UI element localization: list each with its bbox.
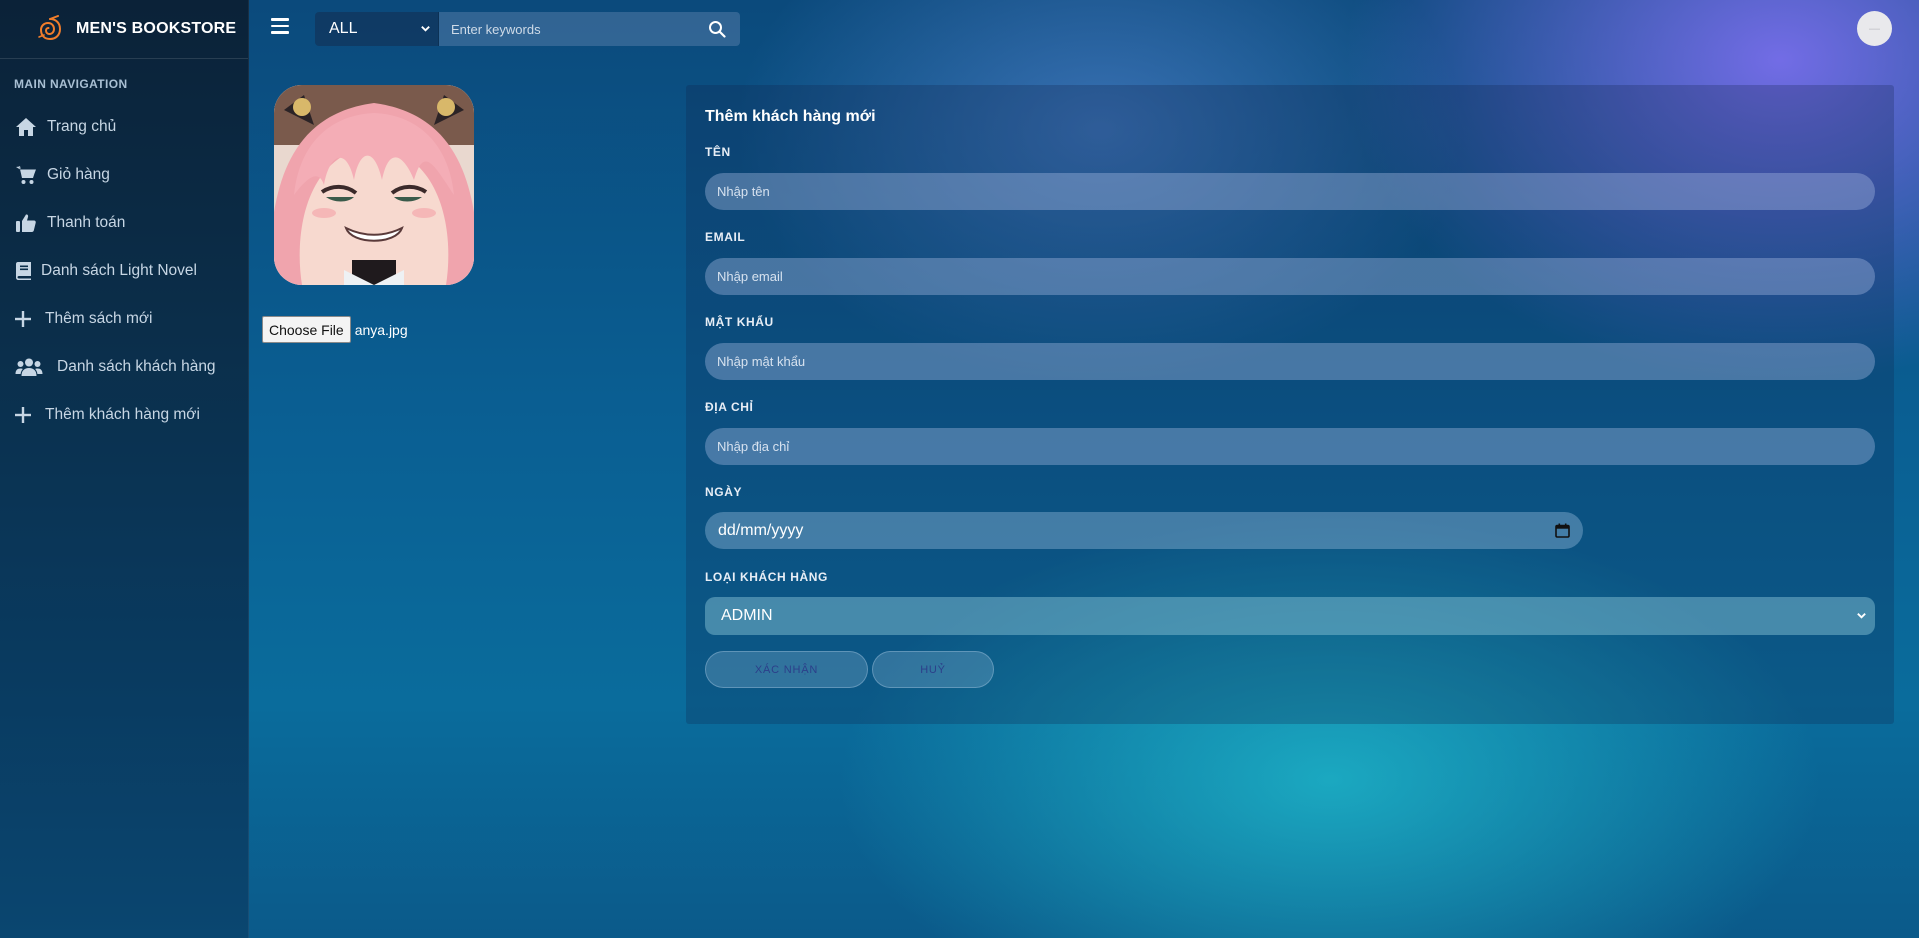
profile-photo-preview (274, 85, 474, 285)
nav-list: Trang chủ Giỏ hàng Thanh toán Danh sách … (0, 103, 248, 439)
password-label: MẬT KHẨU (705, 315, 774, 329)
name-field[interactable] (705, 173, 1875, 210)
sidebar-item-label: Danh sách Light Novel (41, 262, 197, 279)
date-field[interactable]: dd/mm/yyyy (705, 512, 1583, 549)
name-label: TÊN (705, 145, 731, 159)
sidebar-item-add-customer[interactable]: Thêm khách hàng mới (0, 391, 248, 439)
date-label: NGÀY (705, 485, 743, 499)
search-box (439, 12, 740, 46)
topbar: ALL — (249, 0, 1919, 58)
swirl-logo-icon (38, 15, 62, 41)
sidebar-item-cart[interactable]: Giỏ hàng (0, 151, 248, 199)
avatar[interactable]: — (1857, 11, 1892, 46)
menu-toggle-icon[interactable] (271, 18, 289, 34)
confirm-button[interactable]: XÁC NHẬN (705, 651, 868, 688)
choose-file-button[interactable]: Choose File (262, 316, 351, 343)
sidebar-item-light-novels[interactable]: Danh sách Light Novel (0, 247, 248, 295)
sidebar-item-add-book[interactable]: Thêm sách mới (0, 295, 248, 343)
search-group: ALL (315, 12, 740, 46)
category-select-value: ALL (329, 20, 358, 37)
users-icon (15, 358, 43, 376)
sidebar-item-label: Thêm sách mới (45, 310, 153, 327)
category-select[interactable]: ALL (315, 12, 439, 46)
email-label: EMAIL (705, 230, 746, 244)
file-upload: Choose File anya.jpg (262, 316, 408, 343)
search-input[interactable] (451, 21, 691, 37)
search-icon[interactable] (708, 20, 726, 38)
date-field-value: dd/mm/yyyy (718, 521, 804, 539)
nav-header: MAIN NAVIGATION (14, 77, 128, 91)
book-icon (16, 262, 31, 280)
sidebar-item-label: Danh sách khách hàng (57, 358, 216, 375)
address-label: ĐỊA CHỈ (705, 400, 754, 414)
email-field[interactable] (705, 258, 1875, 295)
selected-file-name: anya.jpg (354, 321, 408, 338)
brand[interactable]: MEN'S BOOKSTORE (0, 0, 248, 59)
cart-icon (16, 166, 36, 184)
add-customer-form: Thêm khách hàng mới TÊN EMAIL MẬT KHẨU Đ… (686, 85, 1894, 724)
anime-girl-portrait-image (274, 85, 474, 285)
sidebar-item-label: Trang chủ (47, 118, 117, 135)
calendar-icon[interactable] (1555, 523, 1570, 538)
customer-type-label: LOẠI KHÁCH HÀNG (705, 570, 828, 584)
sidebar-item-customers[interactable]: Danh sách khách hàng (0, 343, 248, 391)
chevron-down-icon (421, 26, 430, 32)
plus-icon (15, 311, 31, 327)
chevron-down-icon (1857, 613, 1866, 619)
customer-type-select[interactable]: ADMIN (705, 597, 1875, 635)
sidebar: MEN'S BOOKSTORE MAIN NAVIGATION Trang ch… (0, 0, 249, 938)
sidebar-item-home[interactable]: Trang chủ (0, 103, 248, 151)
cancel-button[interactable]: HUỶ (872, 651, 994, 688)
customer-type-value: ADMIN (721, 607, 773, 624)
brand-name: MEN'S BOOKSTORE (76, 20, 237, 37)
password-field[interactable] (705, 343, 1875, 380)
address-field[interactable] (705, 428, 1875, 465)
sidebar-item-label: Thanh toán (47, 214, 126, 231)
home-icon (16, 118, 36, 136)
sidebar-item-label: Giỏ hàng (47, 166, 110, 183)
sidebar-item-checkout[interactable]: Thanh toán (0, 199, 248, 247)
thumbs-up-icon (16, 214, 36, 232)
form-title: Thêm khách hàng mới (705, 108, 876, 125)
plus-icon (15, 407, 31, 423)
sidebar-item-label: Thêm khách hàng mới (45, 406, 200, 423)
